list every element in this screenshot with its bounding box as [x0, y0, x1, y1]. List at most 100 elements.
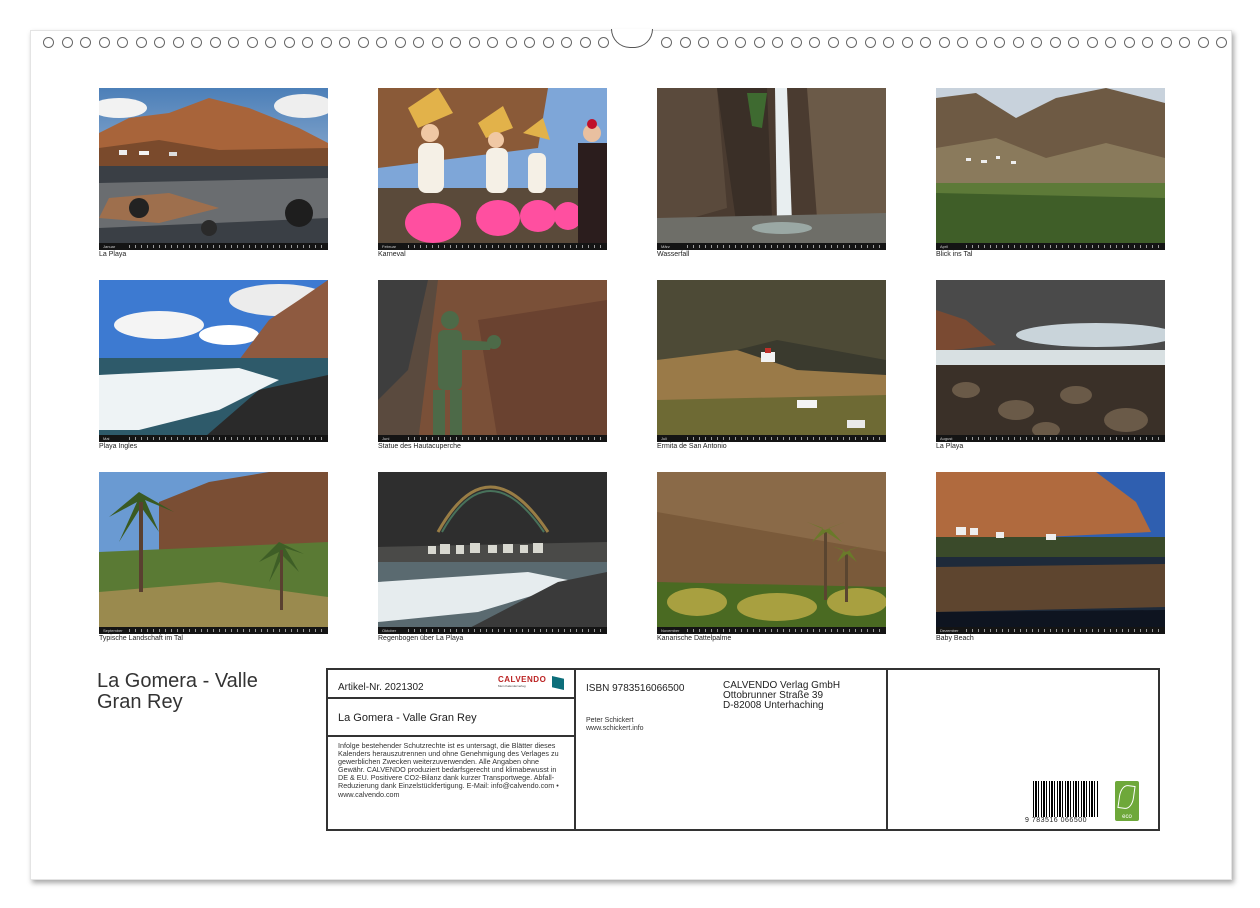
photo-wasserfall: März	[657, 88, 886, 250]
photo-blick-ins-tal: April	[936, 88, 1165, 250]
binding-ring	[1216, 37, 1227, 48]
photo-baby-beach: Dezember	[936, 472, 1165, 634]
photo-la-playa-1: Januar	[99, 88, 328, 250]
binding-ring	[191, 37, 202, 48]
binding-ring	[957, 37, 968, 48]
caption-11: Kanarische Dattelpalme	[657, 635, 732, 642]
photo-karneval: Februar	[378, 88, 607, 250]
binding-ring	[542, 37, 554, 48]
caption-7: Ermita de San Antonio	[657, 443, 727, 450]
article-number: Artikel-Nr. 2021302	[338, 682, 424, 693]
isbn: ISBN 9783516066500	[586, 683, 685, 694]
calvendo-logo: CALVENDO Mein Kalenderverlag	[498, 675, 564, 695]
caption-4: Blick ins Tal	[936, 251, 973, 258]
binding-ring	[579, 37, 591, 48]
calendar-sheet: Januar Februar März April Mai Juni Juli …	[30, 29, 1232, 880]
binding-ring	[809, 37, 820, 48]
binding-ring	[209, 37, 221, 48]
binding-ring	[1142, 37, 1153, 48]
publisher-address: CALVENDO Verlag GmbH Ottobrunner Straße …	[723, 680, 841, 711]
caption-8: La Playa	[936, 443, 964, 450]
imprint-title: La Gomera - Valle Gran Rey	[338, 712, 477, 724]
binding-ring	[43, 37, 54, 48]
binding-ring	[661, 37, 672, 48]
binding-ring	[735, 37, 746, 48]
binding-ring	[1049, 37, 1061, 48]
caption-10: Regenbogen über La Playa	[378, 635, 464, 642]
photo-dattelpalme: November	[657, 472, 886, 634]
binding-ring	[1105, 37, 1116, 48]
binding-ring	[172, 37, 184, 48]
binding-ring	[772, 37, 783, 48]
binding-ring	[80, 37, 91, 48]
binding-ring	[320, 37, 332, 48]
binding-ring	[920, 37, 931, 48]
binding-ring	[790, 37, 802, 48]
caption-5: Playa Ingles	[99, 443, 138, 450]
author-info: Peter Schickert www.schickert.info	[586, 717, 644, 732]
binding-ring	[98, 37, 110, 48]
binding-ring	[846, 37, 857, 48]
binding-ring	[246, 37, 258, 48]
binding-ring	[698, 37, 709, 48]
binding-ring	[1068, 37, 1079, 48]
photo-regenbogen: Oktober	[378, 472, 607, 634]
eco-leaf-icon: eco	[1115, 781, 1139, 821]
caption-9: Typische Landschaft im Tal	[99, 635, 183, 642]
binding-ring	[487, 37, 498, 48]
photo-playa-ingles: Mai	[99, 280, 328, 442]
binding-ring	[376, 37, 387, 48]
caption-3: Wasserfall	[657, 251, 690, 258]
binding-ring	[228, 37, 239, 48]
caption-2: Karneval	[378, 251, 406, 258]
binding-ring	[468, 37, 480, 48]
binding-ring	[994, 37, 1005, 48]
binding-ring	[450, 37, 461, 48]
photo-ermita: Juli	[657, 280, 886, 442]
binding-ring	[864, 37, 876, 48]
binding-ring	[413, 37, 424, 48]
calendar-strip: Januar	[99, 243, 328, 250]
binding-ring	[679, 37, 691, 48]
binding-ring	[283, 37, 295, 48]
imprint-box: Artikel-Nr. 2021302 CALVENDO Mein Kalend…	[326, 668, 1160, 831]
legal-notice: Infolge bestehender Schutzrechte ist es …	[338, 741, 559, 799]
caption-1: La Playa	[99, 251, 127, 258]
title-row: La Gomera - Valle Gran Rey	[328, 699, 574, 737]
binding-ring	[901, 37, 913, 48]
caption-6: Statue des Hautacuperche	[378, 443, 461, 450]
binding-ring	[883, 37, 894, 48]
binding-ring	[61, 37, 73, 48]
imprint-column-left: Artikel-Nr. 2021302 CALVENDO Mein Kalend…	[328, 670, 576, 829]
barcode-number: 9 783516 066500	[1025, 817, 1087, 824]
photo-typische-landschaft: September	[99, 472, 328, 634]
binding-ring	[394, 37, 406, 48]
binding-ring	[357, 37, 369, 48]
caption-12: Baby Beach	[936, 635, 974, 642]
binding-ring	[753, 37, 765, 48]
binding-ring	[975, 37, 987, 48]
binding-ring	[827, 37, 839, 48]
binding-ring	[265, 37, 276, 48]
binding-ring	[1160, 37, 1172, 48]
binding-ring	[598, 37, 609, 48]
binding-ring	[431, 37, 443, 48]
binding-ring	[938, 37, 950, 48]
binding-ring	[1123, 37, 1135, 48]
barcode	[1033, 781, 1098, 817]
binding-ring	[505, 37, 517, 48]
calendar-title: La Gomera - Valle Gran Rey	[97, 670, 258, 713]
binding-ring	[561, 37, 572, 48]
binding-ring	[1197, 37, 1209, 48]
binding-ring	[135, 37, 147, 48]
binding-ring	[117, 37, 128, 48]
photo-la-playa-2: August	[936, 280, 1165, 442]
binding-ring	[339, 37, 350, 48]
binding-ring	[716, 37, 728, 48]
binding-ring	[1031, 37, 1042, 48]
binding-ring	[1086, 37, 1098, 48]
binding-ring	[302, 37, 313, 48]
photo-statue: Juni	[378, 280, 607, 442]
imprint-column-middle: ISBN 9783516066500 CALVENDO Verlag GmbH …	[576, 670, 888, 829]
binding-ring	[154, 37, 165, 48]
